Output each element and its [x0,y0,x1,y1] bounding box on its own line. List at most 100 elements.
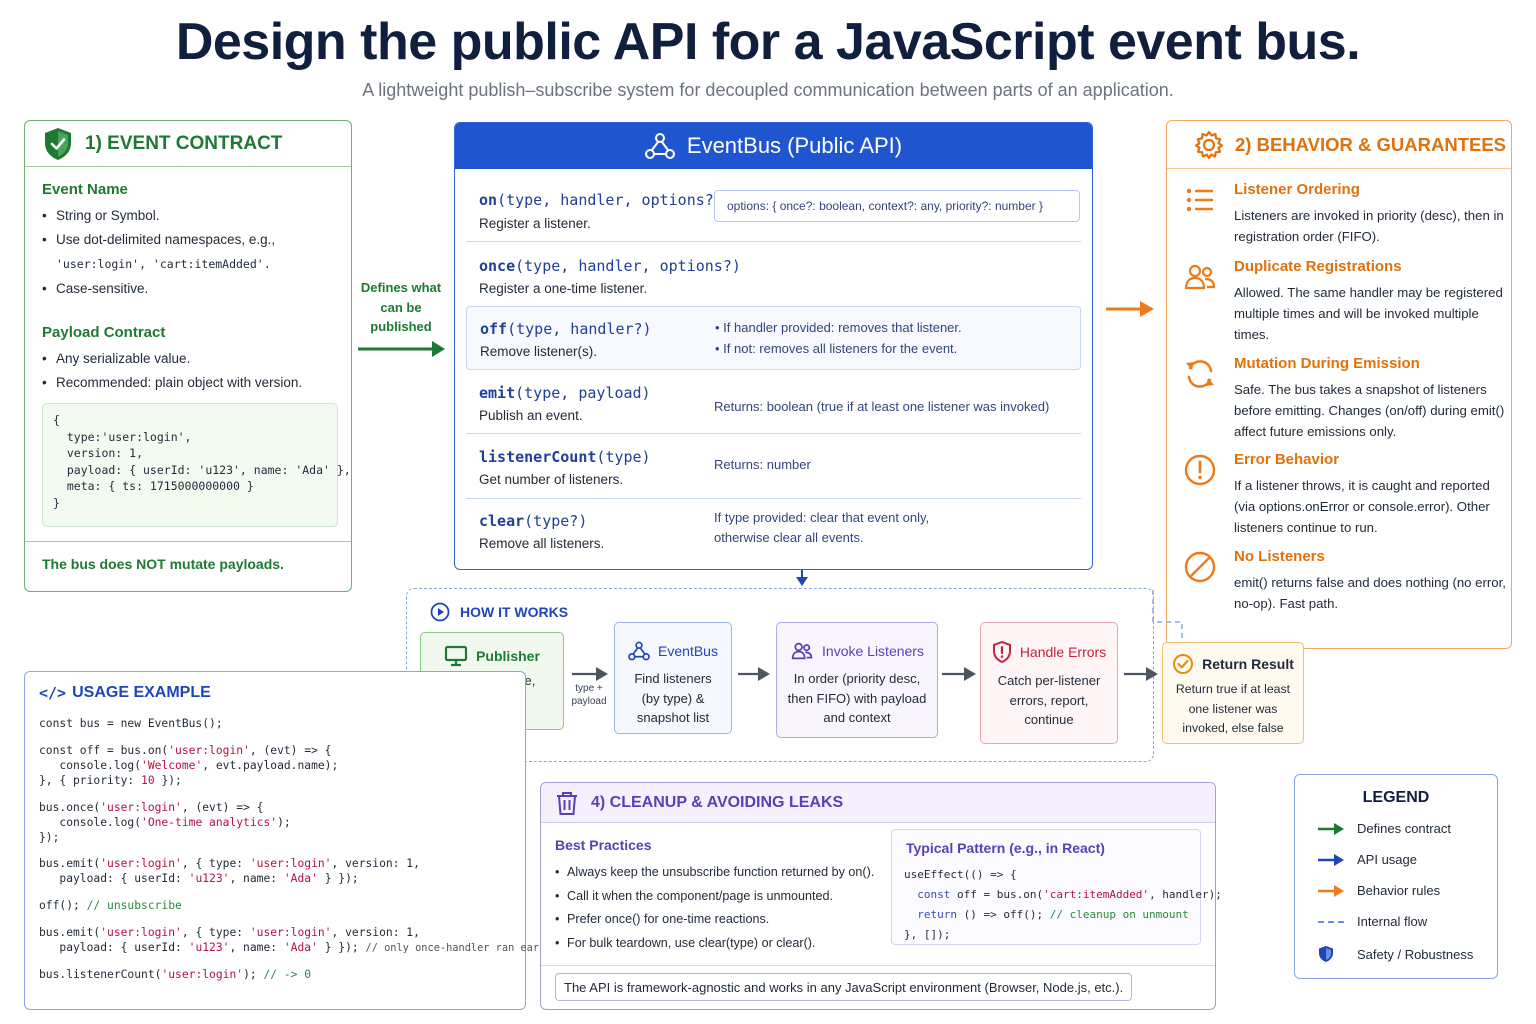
flow-arrow [1124,667,1158,681]
behavior-text: Safe. The bus takes a snapshot of listen… [1234,382,1505,439]
method-name: off [480,320,508,338]
step-title: Handle Errors [1019,644,1107,660]
cleanup-title: 4) CLEANUP & AVOIDING LEAKS [591,793,844,811]
code-icon: </> [39,684,67,702]
how-it-works-title: HOW IT WORKS [460,604,569,620]
code-line: console.log('One-time analytics'); [39,816,291,829]
step-title: Publisher [476,648,540,664]
list-item: Always keep the unsubscribe function ret… [555,861,874,885]
flow-arrow-label: type + payload [571,683,607,707]
method-note: Returns: number [714,457,811,472]
legend-item: Defines contract [1317,821,1451,836]
payload-code-example: { type:'user:login', version: 1, payload… [42,403,351,527]
step-heading: Publisher [421,645,563,667]
api-down-arrow [796,570,808,586]
code-line: off(); // unsubscribe [39,899,182,912]
step-heading: Handle Errors [981,641,1117,663]
step-title: Return Result [1202,656,1294,672]
legend-item: Safety / Robustness [1317,945,1473,963]
behavior-dashed-connector [1152,590,1183,640]
cleanup-panel: 4) CLEANUP & AVOIDING LEAKS Best Practic… [540,782,1222,1010]
list-item: Call it when the component/page is unmou… [555,885,874,909]
method-params: (type) [596,448,651,466]
behavior-panel: 2) BEHAVIOR & GUARANTEES Listener Orderi… [1166,120,1512,649]
event-contract-header: 1) EVENT CONTRACT [25,121,351,167]
green-arrow-icon [1318,822,1344,835]
ban-icon [1184,551,1216,583]
legend-item: API usage [1317,852,1417,867]
step-text: In order (priority desc, then FIFO) with… [787,671,927,725]
gear-icon [1194,130,1224,159]
code-line: console.log('Welcome', evt.payload.name)… [39,759,339,772]
step-heading: EventBus [615,641,731,661]
blue-arrow-icon [1318,853,1344,866]
code-line: payload: { userId: 'u123', name: 'Ada' }… [39,872,359,885]
code-line: }); [39,831,60,844]
list-item: Use dot-delimited namespaces, e.g., [42,230,342,250]
flow-arrow [738,667,770,681]
behavior-title: 2) BEHAVIOR & GUARANTEES [1235,133,1507,155]
list-item: Any serializable value. [42,349,342,369]
api-method-on: on(type, handler, options?) Register a l… [466,179,1081,242]
method-params: (type, handler, options?) [497,191,723,209]
api-method-off: off(type, handler?) Remove listener(s). … [466,306,1081,370]
method-note: • If handler provided: removes that list… [715,320,962,335]
code-line: }, { priority: 10 }); [39,774,182,787]
method-name: on [479,191,498,209]
legend-item: Internal flow [1317,914,1427,929]
react-pattern-box: Typical Pattern (e.g., in React) useEffe… [891,829,1222,945]
step-title: EventBus [658,643,718,659]
method-note: Returns: boolean (true if at least one l… [714,399,1050,414]
orange-arrow-icon [1318,884,1344,897]
method-description: Remove all listeners. [479,536,605,551]
shield-icon [45,127,71,160]
cleanup-divider [541,965,1215,966]
defines-arrow-label: Defines what can be published [360,280,442,334]
step-text: Catch per-listener errors, report, conti… [997,673,1101,727]
event-contract-footer: The bus does NOT mutate payloads. [25,541,351,572]
method-params: (type, handler?) [507,320,652,338]
alert-icon [1184,454,1216,486]
code-line: }, []); [904,928,951,941]
defines-arrow [358,341,445,357]
how-it-works-label: HOW IT WORKS [430,602,568,622]
refresh-icon [1186,360,1214,388]
flow-arrow [572,667,608,681]
legend-label: Safety / Robustness [1357,946,1474,962]
code-line: bus.emit('user:login', { type: 'user:log… [39,926,420,939]
payload-contract-list: Any serializable value. Recommended: pla… [42,349,342,397]
flow-step-invoke: Invoke Listeners In order (priority desc… [776,622,938,738]
code-line: payload: { userId: 'u123', name: 'Ada' }… [39,941,564,954]
cleanup-footer: The API is framework-agnostic and works … [555,973,1133,1001]
method-signature: emit(type, payload) [479,384,651,402]
list-icon [1186,188,1213,212]
behavior-heading: Duplicate Registrations [1234,258,1402,275]
flow-step-return: Return Result Return true if at least on… [1162,642,1304,744]
api-method-once: once(type, handler, options?) Register a… [466,243,1081,303]
check-circle-icon [1173,654,1194,674]
options-note: options: { once?: boolean, context?: any… [714,190,1080,222]
method-params: (type, payload) [515,384,651,402]
behavior-heading: Mutation During Emission [1234,355,1420,372]
method-name: emit [479,384,516,402]
legend-label: API usage [1357,852,1417,867]
method-note: If type provided: clear that event only, [714,510,930,525]
flow-step-eventbus: EventBus Find listeners (by type) & snap… [614,622,732,734]
behavior-arrow [1106,301,1154,317]
code-line: const off = bus.on('user:login', (evt) =… [39,744,332,757]
method-description: Register a one-time listener. [479,281,648,296]
api-method-listenercount: listenerCount(type) Get number of listen… [466,435,1081,499]
page-subtitle: A lightweight publish–subscribe system f… [362,80,1174,100]
event-name-examples: 'user:login', 'cart:itemAdded'. [56,257,271,271]
list-item: Case-sensitive. [42,279,342,299]
users-icon [1184,264,1216,290]
method-description: Register a listener. [479,216,591,231]
method-signature: once(type, handler, options?) [479,257,741,275]
behavior-text: Listeners are invoked in priority (desc)… [1234,208,1504,244]
method-signature: on(type, handler, options?) [479,191,723,209]
event-contract-title: 1) EVENT CONTRACT [85,132,283,154]
api-method-clear: clear(type?) Remove all listeners. If ty… [466,500,1081,564]
dashed-line-icon [1318,920,1344,923]
method-description: Get number of listeners. [479,472,624,487]
code-line: const bus = new EventBus(); [39,717,223,730]
